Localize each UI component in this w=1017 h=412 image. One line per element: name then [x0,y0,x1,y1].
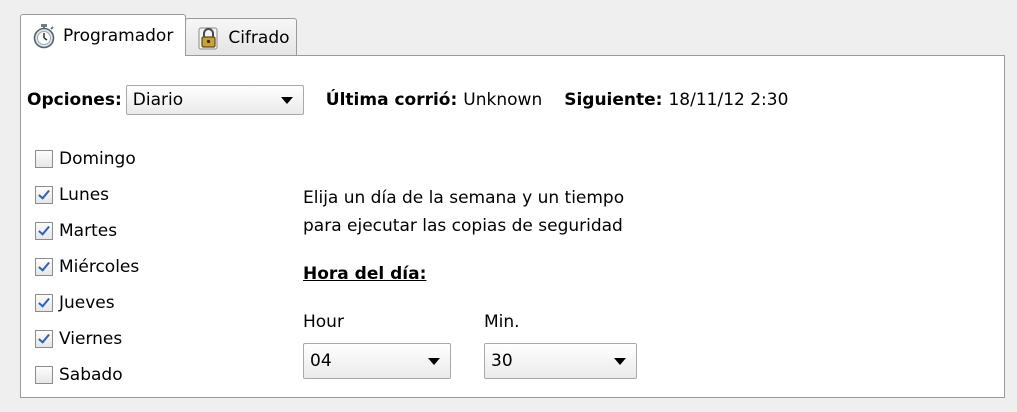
tab-programador[interactable]: Programador [20,14,187,56]
checkbox-label: Jueves [59,293,115,313]
instructions-line-1: Elija un día de la semana y un tiempo [303,188,625,208]
last-run-label: Última corrió: [325,90,458,110]
checkbox-box[interactable] [35,222,53,240]
stopwatch-icon [31,23,57,49]
hour-dropdown[interactable]: 04 [303,343,451,379]
scheduler-panel: Opciones: Diario Última corrió: Unknown … [20,55,1005,398]
next-run-value: 18/11/12 2:30 [668,90,789,110]
checkbox-viernes[interactable]: Viernes [35,321,139,357]
options-row: Opciones: Diario Última corrió: Unknown … [27,85,789,115]
instructions-text: Elija un día de la semana y un tiempo pa… [303,184,624,240]
checkbox-martes[interactable]: Martes [35,213,139,249]
tab-cifrado-label: Cifrado [228,27,290,48]
minute-dropdown[interactable]: 30 [484,343,637,379]
lock-icon [196,25,222,51]
checkbox-label: Lunes [59,185,110,205]
checkbox-box[interactable] [35,330,53,348]
checkbox-box[interactable] [35,366,53,384]
checkbox-label: Martes [59,221,118,241]
options-dropdown[interactable]: Diario [125,85,304,115]
checkbox-label: Viernes [59,329,123,349]
checkbox-label: Sabado [59,365,123,385]
time-of-day-heading: Hora del día: [303,264,427,284]
checkbox-box[interactable] [35,150,53,168]
checkbox-domingo[interactable]: Domingo [35,141,139,177]
checkbox-miercoles[interactable]: Miércoles [35,249,139,285]
options-label: Opciones: [27,90,122,110]
checkbox-jueves[interactable]: Jueves [35,285,139,321]
minute-label: Min. [484,312,520,332]
instructions-line-2: para ejecutar las copias de seguridad [303,216,623,236]
chevron-down-icon [614,357,626,365]
checkbox-box[interactable] [35,294,53,312]
last-run-value: Unknown [463,90,543,110]
checkbox-lunes[interactable]: Lunes [35,177,139,213]
next-run-label: Siguiente: [564,90,663,110]
checkbox-sabado[interactable]: Sabado [35,357,139,393]
checkbox-label: Domingo [59,149,136,169]
options-dropdown-value: Diario [132,90,184,110]
tab-bar: Programador Cifrado [20,14,297,56]
checkbox-label: Miércoles [59,257,140,277]
checkbox-box[interactable] [35,258,53,276]
checkbox-box[interactable] [35,186,53,204]
hour-label: Hour [303,312,344,332]
chevron-down-icon [280,96,293,104]
chevron-down-icon [428,357,440,365]
tab-programador-label: Programador [63,25,174,46]
hour-dropdown-value: 04 [310,351,332,371]
minute-dropdown-value: 30 [491,351,513,371]
tab-cifrado[interactable]: Cifrado [185,18,297,56]
weekday-list: Domingo Lunes Martes Miércoles Jueves Vi… [35,141,139,393]
